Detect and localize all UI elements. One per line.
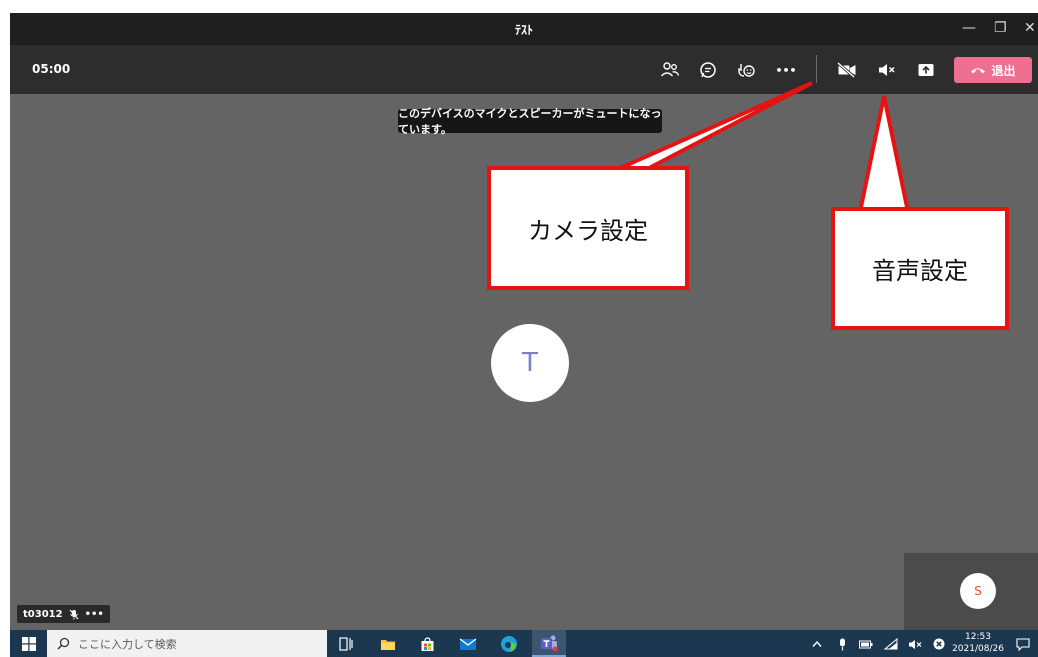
clock-date: 2021/08/26 — [952, 644, 1004, 654]
microphone-icon — [839, 638, 845, 650]
volume-muted-icon — [909, 639, 922, 649]
search-placeholder: ここに入力して検索 — [78, 637, 177, 651]
tray-status[interactable] — [931, 634, 947, 654]
taskbar-mail[interactable] — [457, 634, 479, 654]
audio-callout-pointer — [857, 95, 911, 214]
clock-time: 12:53 — [965, 632, 991, 642]
taskbar-store[interactable] — [417, 634, 437, 654]
chevron-up-icon — [812, 640, 822, 647]
mail-icon — [459, 638, 477, 650]
show-hidden-icons-button[interactable] — [810, 634, 824, 654]
task-view-icon — [339, 637, 353, 651]
tray-microphone[interactable] — [835, 634, 849, 654]
windows-logo-icon — [22, 637, 36, 651]
edge-browser-icon — [501, 636, 517, 652]
wifi-icon — [884, 638, 898, 650]
start-button[interactable] — [20, 634, 38, 654]
tray-clock[interactable]: 12:53 2021/08/26 — [950, 631, 1006, 655]
camera-settings-label: カメラ設定 — [528, 216, 648, 245]
taskbar-search-box[interactable]: ここに入力して検索 — [47, 630, 327, 657]
audio-settings-callout: 音声設定 — [831, 207, 1009, 330]
error-status-icon — [933, 638, 945, 650]
tray-battery[interactable] — [858, 634, 874, 654]
store-icon — [421, 636, 433, 651]
taskbar-explorer[interactable] — [378, 634, 398, 654]
action-center-button[interactable] — [1014, 634, 1032, 654]
windows-taskbar: ここに入力して検索 12:53 2021/08/26 — [10, 630, 1038, 657]
audio-settings-label: 音声設定 — [872, 257, 968, 285]
task-view-button[interactable] — [336, 634, 356, 654]
tray-network[interactable] — [883, 634, 899, 654]
folder-icon — [381, 640, 395, 650]
taskbar-edge[interactable] — [498, 634, 520, 654]
search-icon — [57, 637, 70, 650]
teams-icon — [541, 635, 558, 651]
notifications-icon — [1016, 637, 1030, 651]
taskbar-teams[interactable] — [532, 630, 566, 657]
camera-settings-callout: カメラ設定 — [487, 166, 689, 290]
battery-icon — [859, 640, 873, 648]
tray-volume[interactable] — [907, 634, 923, 654]
camera-callout-pointer — [599, 81, 813, 179]
